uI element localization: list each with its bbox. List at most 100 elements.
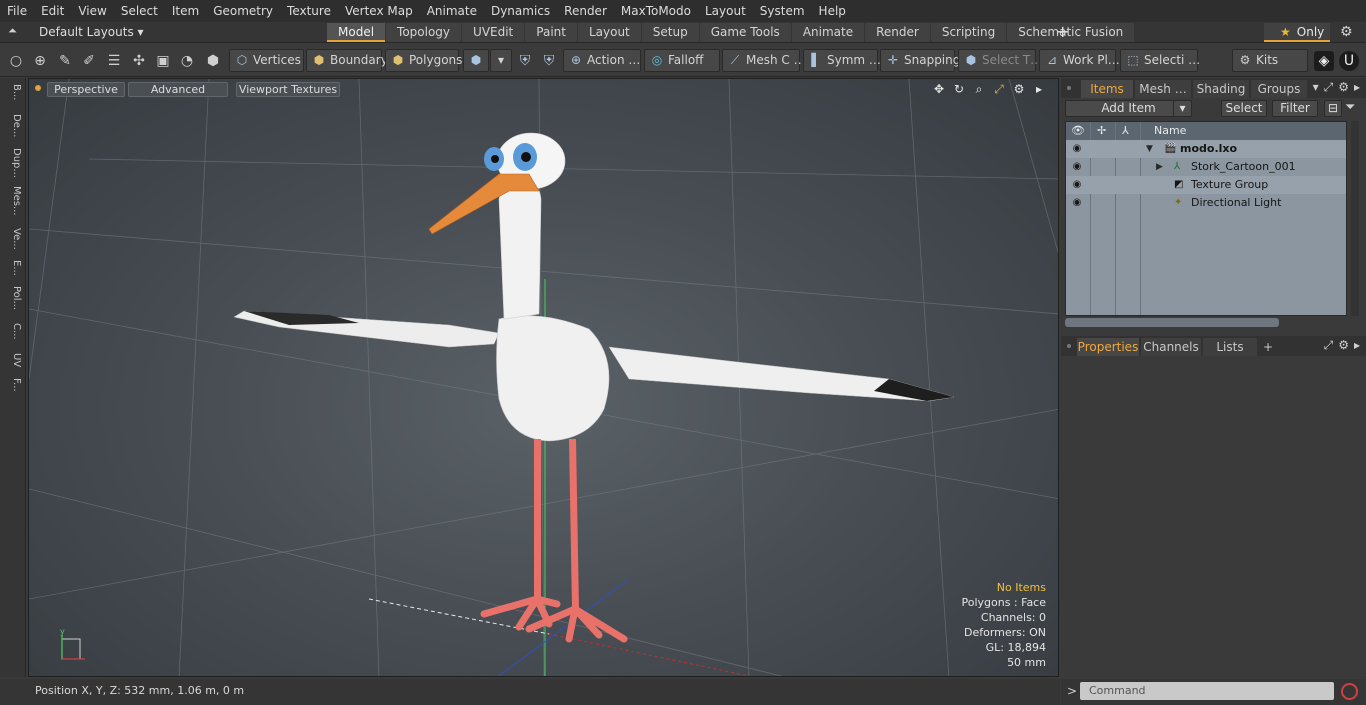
tab-paint[interactable]: Paint <box>525 23 577 42</box>
vtab-mesh-edit[interactable]: Mes... <box>4 186 22 216</box>
vertices-button[interactable]: ⬡ Vertices <box>229 49 304 72</box>
tree-row-stork[interactable]: ◉ ▶ ⅄ Stork_Cartoon_001 <box>1066 158 1346 176</box>
panel-gear-icon[interactable]: ⚙ <box>1338 80 1349 95</box>
3d-viewport[interactable]: y Perspective Advanced Viewport Textures… <box>28 78 1059 677</box>
polygons-button[interactable]: ⬢ Polygons <box>385 49 462 72</box>
panel-dropdown-icon[interactable]: ▾ <box>1313 80 1319 95</box>
mode-dropdown[interactable]: ▾ <box>490 49 512 72</box>
menu-animate[interactable]: Animate <box>423 0 484 22</box>
vtab-uv[interactable]: UV <box>4 353 22 367</box>
tab-setup[interactable]: Setup <box>641 23 699 42</box>
action-center-button[interactable]: ⊕ Action … <box>563 49 641 72</box>
panel-gear-icon[interactable]: ⚙ <box>1338 338 1349 353</box>
panel-arrow-icon[interactable]: ▸ <box>1354 80 1360 95</box>
tab-items[interactable]: Items <box>1081 80 1133 98</box>
axis-column-icon[interactable]: ⅄ <box>1122 124 1129 137</box>
brush-icon[interactable]: ✐ <box>81 53 97 69</box>
menu-help[interactable]: Help <box>815 0 853 22</box>
move-view-icon[interactable]: ✥ <box>932 82 946 97</box>
eye-icon[interactable]: ◉ <box>1070 140 1084 158</box>
horizontal-scrollbar[interactable] <box>1065 318 1279 327</box>
eye-icon[interactable]: ◉ <box>1070 158 1084 176</box>
name-column-header[interactable]: Name <box>1154 124 1186 137</box>
tab-lists[interactable]: Lists <box>1203 338 1257 356</box>
menu-texture[interactable]: Texture <box>283 0 338 22</box>
add-tab-button[interactable]: + <box>1259 338 1277 356</box>
only-toggle[interactable]: ★ Only <box>1264 23 1330 42</box>
viewport-status-dot[interactable] <box>35 85 41 91</box>
panel-arrow-icon[interactable]: ▸ <box>1354 338 1360 353</box>
menu-select[interactable]: Select <box>117 0 165 22</box>
tree-row-light[interactable]: ◉ ✦ Directional Light <box>1066 194 1346 212</box>
falloff-button[interactable]: ◎ Falloff <box>644 49 720 72</box>
tab-shading[interactable]: Shading <box>1193 80 1249 98</box>
tab-topology[interactable]: Topology <box>386 23 462 42</box>
visibility-column-icon[interactable]: 👁 <box>1071 124 1085 137</box>
menu-dynamics[interactable]: Dynamics <box>487 0 557 22</box>
menu-edit[interactable]: Edit <box>37 0 71 22</box>
record-icon[interactable] <box>1341 683 1358 700</box>
select-through-button[interactable]: ⬢ Select T… <box>958 49 1042 72</box>
work-plane-button[interactable]: ⊿ Work Pl… <box>1039 49 1120 72</box>
zoom-view-icon[interactable]: ⌕ <box>972 82 986 97</box>
unity-icon[interactable]: ◈ <box>1314 51 1334 71</box>
gear-icon[interactable]: ⚙ <box>1340 24 1353 40</box>
layout-dropdown[interactable]: Default Layouts ▾ <box>39 25 144 39</box>
menu-system[interactable]: System <box>756 0 812 22</box>
mesh-constraint-button[interactable]: ⟋ Mesh C … <box>722 49 806 72</box>
vtab-polygon[interactable]: Pol... <box>4 286 22 310</box>
perspective-button[interactable]: Perspective <box>47 82 125 97</box>
clock-icon[interactable]: ◔ <box>179 53 195 69</box>
panel-expand-icon[interactable]: ⤢ <box>1324 338 1334 353</box>
tab-layout[interactable]: Layout <box>577 23 641 42</box>
vtab-duplicate[interactable]: Dup... <box>4 148 22 178</box>
menu-item[interactable]: Item <box>168 0 206 22</box>
select-button[interactable]: Select <box>1221 100 1267 117</box>
menu-view[interactable]: View <box>74 0 113 22</box>
expand-arrow-icon[interactable]: ▼ <box>1146 140 1153 158</box>
filter-funnel-icon[interactable]: ⏷ <box>1345 100 1355 115</box>
vtab-curve[interactable]: C... <box>4 323 22 340</box>
lock-column-icon[interactable]: ✢ <box>1097 124 1106 137</box>
vertical-scrollbar[interactable] <box>1351 121 1359 316</box>
tab-schematic-fusion[interactable]: Schematic Fusion <box>1007 23 1135 42</box>
unreal-icon[interactable]: U <box>1339 51 1359 71</box>
expand-arrow-icon[interactable]: ▶ <box>1156 158 1163 176</box>
menu-maxtomodo[interactable]: MaxToModo <box>617 0 698 22</box>
menu-geometry[interactable]: Geometry <box>209 0 280 22</box>
symmetry-button[interactable]: ▌ Symm … <box>803 49 881 72</box>
boundary-button[interactable]: ⬢ Boundary <box>306 49 388 72</box>
eye-icon[interactable]: ◉ <box>1070 194 1084 212</box>
menu-render[interactable]: Render <box>560 0 614 22</box>
eye-icon[interactable]: ◉ <box>1070 176 1084 194</box>
snapping-button[interactable]: ✛ Snapping <box>880 49 960 72</box>
material-mode-button[interactable]: ⬢ <box>463 49 489 72</box>
symmetry-shield-icon[interactable]: ⛨ <box>517 53 533 69</box>
selection-sets-button[interactable]: ⬚ Selecti … <box>1120 49 1200 72</box>
viewport-textures-button[interactable]: Viewport Textures <box>236 82 340 97</box>
advanced-button[interactable]: Advanced <box>128 82 228 97</box>
maximize-icon[interactable]: ⤢ <box>992 82 1006 97</box>
viewport-menu-arrow-icon[interactable]: ▸ <box>1032 82 1046 97</box>
command-input[interactable]: Command <box>1080 682 1334 700</box>
tab-game-tools[interactable]: Game Tools <box>699 23 791 42</box>
panel-expand-icon[interactable]: ⤢ <box>1324 80 1334 95</box>
filter-button[interactable]: Filter <box>1272 100 1318 117</box>
tab-mesh[interactable]: Mesh … <box>1135 80 1191 98</box>
align-icon[interactable]: ☰ <box>106 53 122 69</box>
rotate-view-icon[interactable]: ↻ <box>952 82 966 97</box>
kits-button[interactable]: ⚙ Kits <box>1232 49 1308 72</box>
add-tab-button[interactable]: + <box>1056 23 1069 41</box>
tab-model[interactable]: Model <box>327 23 386 42</box>
tab-scripting[interactable]: Scripting <box>930 23 1007 42</box>
collapse-button[interactable]: ⊟ <box>1324 100 1342 117</box>
pen-tool-icon[interactable]: ✎ <box>57 53 73 69</box>
vtab-deform[interactable]: De... <box>4 114 22 137</box>
vtab-basic[interactable]: B... <box>4 84 22 100</box>
vtab-fusion[interactable]: F... <box>4 378 22 392</box>
circle-select-icon[interactable]: ○ <box>8 53 24 69</box>
vtab-edge[interactable]: E... <box>4 260 22 276</box>
tab-uvedit[interactable]: UVEdit <box>462 23 525 42</box>
menu-file[interactable]: File <box>3 0 34 22</box>
vtab-vertex[interactable]: Ve... <box>4 228 22 250</box>
